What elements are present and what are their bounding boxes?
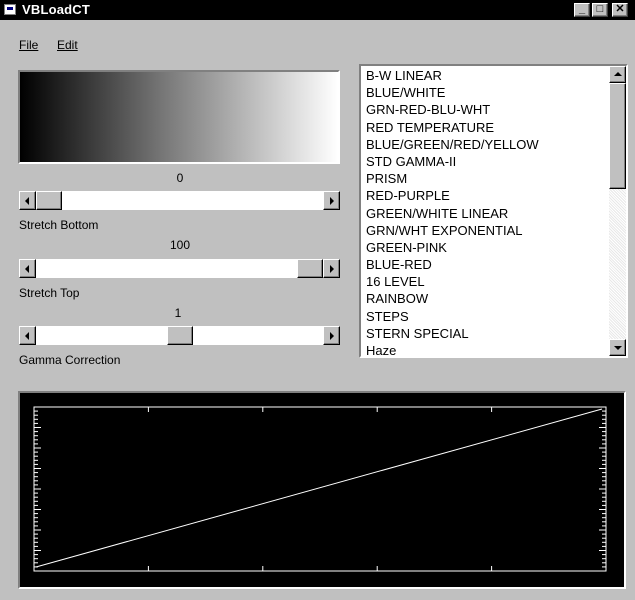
close-button[interactable]: ✕ <box>612 3 628 17</box>
list-item[interactable]: PRISM <box>366 170 606 187</box>
list-item[interactable]: BLUE/GREEN/RED/YELLOW <box>366 136 606 153</box>
stretch-bottom-slider[interactable] <box>19 191 340 210</box>
list-scrollbar[interactable] <box>609 66 626 356</box>
list-item[interactable]: STD GAMMA-II <box>366 153 606 170</box>
scroll-up-button[interactable] <box>609 66 626 83</box>
list-item[interactable]: GRN/WHT EXPONENTIAL <box>366 222 606 239</box>
colortable-preview <box>18 70 340 164</box>
slider-thumb[interactable] <box>166 326 193 345</box>
arrow-left-icon <box>25 197 29 205</box>
scroll-right-button[interactable] <box>323 191 340 210</box>
arrow-right-icon <box>330 332 334 340</box>
arrow-right-icon <box>330 265 334 273</box>
gamma-slider[interactable] <box>19 326 340 345</box>
list-scroll-thumb[interactable] <box>609 83 626 189</box>
colortable-list[interactable]: B-W LINEAR BLUE/WHITE GRN-RED-BLU-WHT RED T… <box>359 64 628 358</box>
window-title: VBLoadCT <box>22 2 91 17</box>
stretch-bottom-label: Stretch Bottom <box>19 218 99 232</box>
scroll-right-button[interactable] <box>323 326 340 345</box>
slider-thumb[interactable] <box>36 191 62 210</box>
list-item[interactable]: GREEN/WHITE LINEAR <box>366 205 606 222</box>
menu-bar: File Edit <box>0 20 635 56</box>
transfer-curve-svg <box>33 406 607 572</box>
transfer-curve-plot <box>18 391 626 589</box>
stretch-bottom-value: 0 <box>176 171 184 185</box>
arrow-left-icon <box>25 332 29 340</box>
title-bar: VBLoadCT _ □ ✕ <box>0 0 635 20</box>
scroll-left-button[interactable] <box>19 259 36 278</box>
list-item[interactable]: 16 LEVEL <box>366 273 606 290</box>
list-item[interactable]: RAINBOW <box>366 290 606 307</box>
menu-file-label: File <box>19 38 39 52</box>
menu-edit-label: Edit <box>57 38 78 52</box>
maximize-button[interactable]: □ <box>592 3 608 17</box>
scroll-down-button[interactable] <box>609 339 626 356</box>
arrow-up-icon <box>614 72 622 76</box>
arrow-down-icon <box>614 346 622 350</box>
stretch-top-label: Stretch Top <box>19 286 80 300</box>
list-item[interactable]: B-W LINEAR <box>366 67 606 84</box>
minimize-button[interactable]: _ <box>574 3 590 17</box>
stretch-top-slider[interactable] <box>19 259 340 278</box>
slider-thumb[interactable] <box>297 259 323 278</box>
list-item[interactable]: BLUE/WHITE <box>366 84 606 101</box>
list-item[interactable]: Haze <box>366 342 606 356</box>
list-item[interactable]: BLUE-RED <box>366 256 606 273</box>
menu-edit[interactable]: Edit <box>57 38 78 52</box>
stretch-top-value: 100 <box>169 238 191 252</box>
list-item[interactable]: STERN SPECIAL <box>366 325 606 342</box>
gamma-label: Gamma Correction <box>19 353 121 367</box>
list-item[interactable]: GRN-RED-BLU-WHT <box>366 101 606 118</box>
scroll-left-button[interactable] <box>19 326 36 345</box>
list-item[interactable]: RED-PURPLE <box>366 187 606 204</box>
arrow-right-icon <box>330 197 334 205</box>
menu-file[interactable]: File <box>19 38 38 52</box>
gamma-value: 1 <box>174 306 182 320</box>
scroll-left-button[interactable] <box>19 191 36 210</box>
scroll-right-button[interactable] <box>323 259 340 278</box>
app-icon[interactable] <box>4 4 16 15</box>
colortable-items: B-W LINEAR BLUE/WHITE GRN-RED-BLU-WHT RED T… <box>366 67 606 356</box>
list-item[interactable]: STEPS <box>366 308 606 325</box>
list-item[interactable]: RED TEMPERATURE <box>366 119 606 136</box>
arrow-left-icon <box>25 265 29 273</box>
list-item[interactable]: GREEN-PINK <box>366 239 606 256</box>
transfer-curve-line <box>35 408 603 568</box>
